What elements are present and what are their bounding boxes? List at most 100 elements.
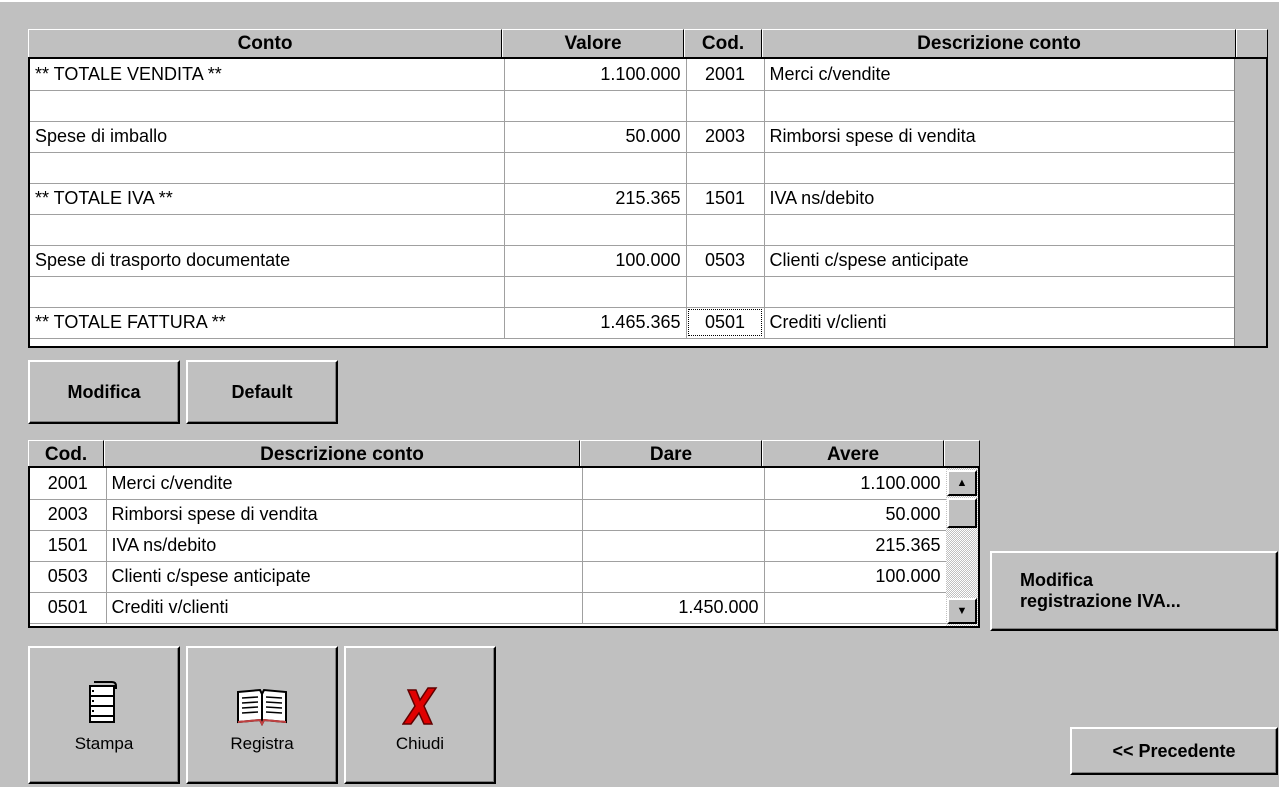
top-grid-header: Conto Valore Cod. Descrizione conto (28, 29, 1268, 57)
table-row[interactable]: 0501 Crediti v/clienti 1.450.000 (30, 592, 947, 624)
down-arrow-icon: ▼ (956, 605, 968, 617)
cell-conto[interactable] (30, 152, 505, 184)
cell-cod[interactable]: 0503 (30, 561, 107, 593)
printer-icon (86, 676, 122, 726)
table-row[interactable]: ** TOTALE IVA ** 215.365 1501 IVA ns/debito (30, 183, 1235, 215)
cell-descrizione[interactable] (764, 214, 1235, 246)
cell-valore[interactable]: 1.100.000 (504, 59, 687, 91)
col-header-avere[interactable]: Avere (762, 440, 944, 468)
cell-valore[interactable]: 50.000 (504, 121, 687, 153)
top-grid-scrollbar[interactable] (1234, 59, 1266, 346)
cell-descrizione[interactable]: Crediti v/clienti (106, 592, 583, 624)
cell-descrizione[interactable]: IVA ns/debito (106, 530, 583, 562)
up-arrow-icon: ▲ (956, 477, 968, 489)
stampa-button[interactable]: Stampa (28, 646, 180, 784)
scroll-thumb[interactable] (947, 498, 977, 528)
cell-conto[interactable] (30, 214, 505, 246)
table-row[interactable]: 1501 IVA ns/debito 215.365 (30, 530, 947, 562)
scroll-down-button[interactable]: ▼ (947, 598, 977, 624)
cell-conto[interactable]: ** TOTALE VENDITA ** (30, 59, 505, 91)
table-row[interactable]: 2001 Merci c/vendite 1.100.000 (30, 468, 947, 500)
cell-descrizione[interactable] (764, 276, 1235, 308)
col-header-corner (944, 440, 980, 468)
col-header-conto[interactable]: Conto (28, 29, 502, 57)
table-row[interactable] (30, 214, 1235, 246)
cell-cod[interactable]: 1501 (30, 530, 107, 562)
cell-cod[interactable]: 1501 (686, 183, 765, 215)
table-row[interactable]: ** TOTALE FATTURA ** 1.465.365 0501 Crediti… (30, 307, 1235, 339)
cell-valore[interactable] (504, 214, 687, 246)
col-header-cod[interactable]: Cod. (28, 440, 104, 468)
cell-cod[interactable]: 2003 (30, 499, 107, 531)
top-grid: ** TOTALE VENDITA ** 1.100.000 2001 Merci c… (28, 57, 1268, 348)
cell-cod[interactable] (686, 276, 765, 308)
bottom-grid-scrollbar[interactable]: ▲ ▼ (946, 468, 978, 626)
cell-cod[interactable]: 2003 (686, 121, 765, 153)
window-top-edge (0, 0, 1279, 2)
table-row[interactable]: 2003 Rimborsi spese di vendita 50.000 (30, 499, 947, 531)
stampa-label: Stampa (74, 734, 134, 753)
default-button[interactable]: Default (186, 360, 338, 424)
col-header-dare[interactable]: Dare (580, 440, 762, 468)
cell-cod[interactable]: 0501 (30, 592, 107, 624)
cell-valore[interactable] (504, 276, 687, 308)
col-header-corner (1236, 29, 1268, 57)
cell-cod[interactable]: 0503 (686, 245, 765, 277)
cell-cod[interactable]: 2001 (30, 468, 107, 500)
table-row[interactable]: 0503 Clienti c/spese anticipate 100.000 (30, 561, 947, 593)
table-row[interactable] (30, 90, 1235, 122)
cell-dare[interactable] (582, 499, 765, 531)
table-row[interactable]: ** TOTALE VENDITA ** 1.100.000 2001 Merci c… (30, 59, 1235, 91)
cell-valore[interactable]: 1.465.365 (504, 307, 687, 339)
col-header-descrizione[interactable]: Descrizione conto (762, 29, 1236, 57)
cell-avere[interactable] (764, 592, 947, 624)
cell-avere[interactable]: 215.365 (764, 530, 947, 562)
cell-valore[interactable] (504, 152, 687, 184)
button-label-line2: registrazione IVA... (1020, 591, 1181, 611)
col-header-descrizione[interactable]: Descrizione conto (104, 440, 580, 468)
chiudi-button[interactable]: Chiudi (344, 646, 496, 784)
modifica-registrazione-iva-button[interactable]: Modifica registrazione IVA... (990, 551, 1278, 631)
cell-descrizione[interactable]: Merci c/vendite (764, 59, 1235, 91)
cell-conto[interactable]: Spese di trasporto documentate (30, 245, 505, 277)
cell-descrizione[interactable] (764, 152, 1235, 184)
cell-cod[interactable]: 2001 (686, 59, 765, 91)
cell-conto[interactable] (30, 90, 505, 122)
cell-dare[interactable] (582, 530, 765, 562)
col-header-cod[interactable]: Cod. (684, 29, 762, 57)
cell-conto[interactable] (30, 276, 505, 308)
cell-cod[interactable] (686, 90, 765, 122)
table-row[interactable]: Spese di imballo 50.000 2003 Rimborsi spese… (30, 121, 1235, 153)
cell-dare[interactable]: 1.450.000 (582, 592, 765, 624)
cell-descrizione[interactable]: Clienti c/spese anticipate (764, 245, 1235, 277)
cell-descrizione[interactable]: Crediti v/clienti (764, 307, 1235, 339)
cell-cod[interactable]: 0501 (686, 307, 765, 339)
cell-descrizione[interactable]: Rimborsi spese di vendita (106, 499, 583, 531)
scroll-up-button[interactable]: ▲ (947, 470, 977, 496)
cell-avere[interactable]: 1.100.000 (764, 468, 947, 500)
cell-avere[interactable]: 50.000 (764, 499, 947, 531)
cell-dare[interactable] (582, 561, 765, 593)
cell-valore[interactable]: 215.365 (504, 183, 687, 215)
table-row[interactable]: Spese di trasporto documentate 100.000 050… (30, 245, 1235, 277)
precedente-button[interactable]: << Precedente (1070, 727, 1278, 775)
cell-descrizione[interactable] (764, 90, 1235, 122)
cell-descrizione[interactable]: Rimborsi spese di vendita (764, 121, 1235, 153)
cell-conto[interactable]: ** TOTALE IVA ** (30, 183, 505, 215)
cell-avere[interactable]: 100.000 (764, 561, 947, 593)
table-row[interactable] (30, 152, 1235, 184)
cell-valore[interactable] (504, 90, 687, 122)
cell-cod[interactable] (686, 152, 765, 184)
registra-button[interactable]: Registra (186, 646, 338, 784)
cell-valore[interactable]: 100.000 (504, 245, 687, 277)
cell-dare[interactable] (582, 468, 765, 500)
cell-descrizione[interactable]: Clienti c/spese anticipate (106, 561, 583, 593)
cell-cod[interactable] (686, 214, 765, 246)
cell-descrizione[interactable]: IVA ns/debito (764, 183, 1235, 215)
cell-descrizione[interactable]: Merci c/vendite (106, 468, 583, 500)
col-header-valore[interactable]: Valore (502, 29, 684, 57)
modifica-button[interactable]: Modifica (28, 360, 180, 424)
cell-conto[interactable]: ** TOTALE FATTURA ** (30, 307, 505, 339)
cell-conto[interactable]: Spese di imballo (30, 121, 505, 153)
table-row[interactable] (30, 276, 1235, 308)
